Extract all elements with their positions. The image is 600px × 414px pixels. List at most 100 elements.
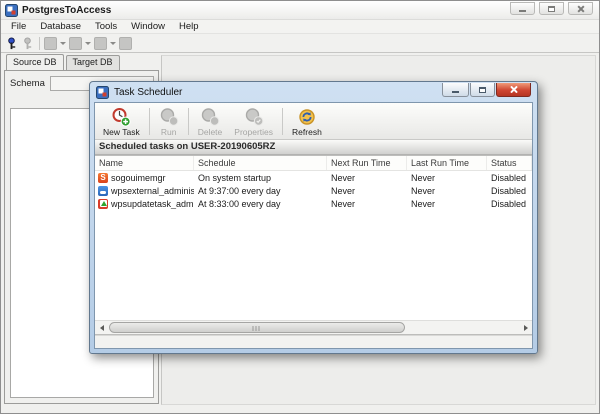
dialog-toolbar: New Task Run Delete Properties Refresh: [95, 103, 532, 140]
menubar: File Database Tools Window Help: [1, 20, 599, 34]
convert-icon: [44, 36, 57, 50]
delete-label: Delete: [197, 127, 223, 137]
batch-button[interactable]: [94, 36, 116, 50]
new-task-clock-icon: [112, 108, 131, 127]
menu-tools[interactable]: Tools: [88, 20, 124, 34]
dialog-maximize-button[interactable]: [470, 83, 495, 97]
arrow-left-icon: [99, 324, 104, 331]
scrollbar-thumb[interactable]: [109, 322, 405, 333]
scheduled-tasks-header: Scheduled tasks on USER-20190605RZ: [95, 140, 532, 155]
sogou-icon: S: [98, 172, 108, 183]
properties-button[interactable]: Properties: [228, 105, 279, 138]
query-button[interactable]: [69, 36, 91, 50]
task-schedule: At 9:37:00 every day: [198, 185, 281, 196]
query-icon: [69, 36, 82, 50]
dialog-statusbar: [95, 335, 532, 348]
toolbar-separator: [187, 108, 189, 135]
disconnect-button[interactable]: [21, 36, 34, 50]
refresh-button[interactable]: Refresh: [286, 105, 328, 138]
new-task-label: New Task: [103, 127, 140, 137]
scrollbar-track[interactable]: [108, 321, 519, 334]
run-label: Run: [160, 127, 177, 137]
new-task-button[interactable]: New Task: [97, 105, 146, 138]
batch-icon: [94, 36, 107, 50]
table-row[interactable]: wpsexternal_administr... At 9:37:00 ever…: [95, 184, 532, 197]
maximize-icon: [479, 86, 486, 93]
task-status: Disabled: [491, 185, 527, 196]
task-status: Disabled: [491, 172, 527, 183]
scrollbar-grip-icon: [252, 325, 262, 331]
task-next-run: Never: [331, 185, 356, 196]
scroll-left-button[interactable]: [95, 321, 108, 334]
properties-icon: [245, 108, 263, 126]
close-icon: [577, 5, 585, 13]
refresh-label: Refresh: [292, 127, 322, 137]
dialog-title: Task Scheduler: [114, 86, 183, 98]
task-last-run: Never: [411, 198, 436, 209]
table-header-row: Name Schedule Next Run Time Last Run Tim…: [95, 156, 532, 171]
main-window: PostgresToAccess File Database Tools Win…: [0, 0, 600, 414]
disconnect-key-icon: [24, 36, 32, 49]
dialog-titlebar[interactable]: Task Scheduler: [90, 82, 537, 102]
main-toolbar: [1, 34, 599, 53]
properties-label: Properties: [234, 127, 274, 137]
menu-help[interactable]: Help: [172, 20, 206, 34]
column-header-schedule[interactable]: Schedule: [194, 156, 327, 170]
connect-button[interactable]: [5, 36, 18, 50]
tab-target-db[interactable]: Target DB: [65, 55, 120, 70]
db-tabs: Source DB Target DB: [4, 54, 159, 70]
minimize-icon: [519, 9, 526, 12]
minimize-icon: [452, 91, 459, 93]
task-name: sogouimemgr: [111, 172, 166, 183]
task-last-run: Never: [411, 172, 436, 183]
task-next-run: Never: [331, 172, 356, 183]
table-row[interactable]: wpsupdatetask_admini... At 8:33:00 every…: [95, 197, 532, 210]
run-button[interactable]: Run: [153, 105, 185, 138]
menu-database[interactable]: Database: [33, 20, 88, 34]
toolbar-separator: [39, 36, 40, 50]
arrow-right-icon: [523, 324, 528, 331]
app-icon: [5, 3, 18, 17]
close-icon: [509, 85, 518, 94]
close-button[interactable]: [568, 2, 593, 15]
task-schedule: At 8:33:00 every day: [198, 198, 281, 209]
task-scheduler-icon: [96, 85, 109, 99]
horizontal-scrollbar[interactable]: [95, 320, 532, 334]
tab-source-db[interactable]: Source DB: [6, 54, 64, 70]
chevron-down-icon: [85, 41, 91, 45]
minimize-button[interactable]: [510, 2, 535, 15]
maximize-button[interactable]: [539, 2, 564, 15]
column-header-name[interactable]: Name: [95, 156, 194, 170]
column-header-next-run[interactable]: Next Run Time: [327, 156, 407, 170]
column-header-status[interactable]: Status: [487, 156, 532, 170]
task-scheduler-dialog: Task Scheduler New Task Run Delete Prope…: [89, 81, 538, 354]
schema-label: Schema: [10, 78, 45, 89]
task-name: wpsexternal_administr...: [111, 185, 194, 196]
dialog-close-button[interactable]: [496, 83, 531, 97]
wps-update-icon: [98, 198, 108, 209]
scroll-right-button[interactable]: [519, 321, 532, 334]
toolbar-separator: [282, 108, 284, 135]
menu-window[interactable]: Window: [124, 20, 172, 34]
table-row[interactable]: S sogouimemgr On system startup Never Ne…: [95, 171, 532, 184]
task-next-run: Never: [331, 198, 356, 209]
refresh-icon: [299, 109, 315, 125]
stop-button[interactable]: [119, 36, 132, 50]
main-titlebar: PostgresToAccess: [1, 1, 599, 20]
wps-icon: [98, 185, 108, 196]
convert-button[interactable]: [44, 36, 66, 50]
dialog-minimize-button[interactable]: [442, 83, 469, 97]
dialog-body: New Task Run Delete Properties Refresh S…: [94, 102, 533, 349]
tasks-listview: Name Schedule Next Run Time Last Run Tim…: [95, 155, 532, 335]
menu-file[interactable]: File: [4, 20, 33, 34]
run-icon: [160, 108, 179, 126]
delete-button[interactable]: Delete: [192, 105, 229, 138]
task-last-run: Never: [411, 185, 436, 196]
maximize-icon: [548, 5, 555, 12]
toolbar-separator: [148, 108, 150, 135]
column-header-last-run[interactable]: Last Run Time: [407, 156, 487, 170]
task-name: wpsupdatetask_admini...: [111, 198, 194, 209]
dialog-window-controls: [442, 83, 531, 97]
window-title: PostgresToAccess: [22, 4, 112, 16]
task-status: Disabled: [491, 198, 527, 209]
